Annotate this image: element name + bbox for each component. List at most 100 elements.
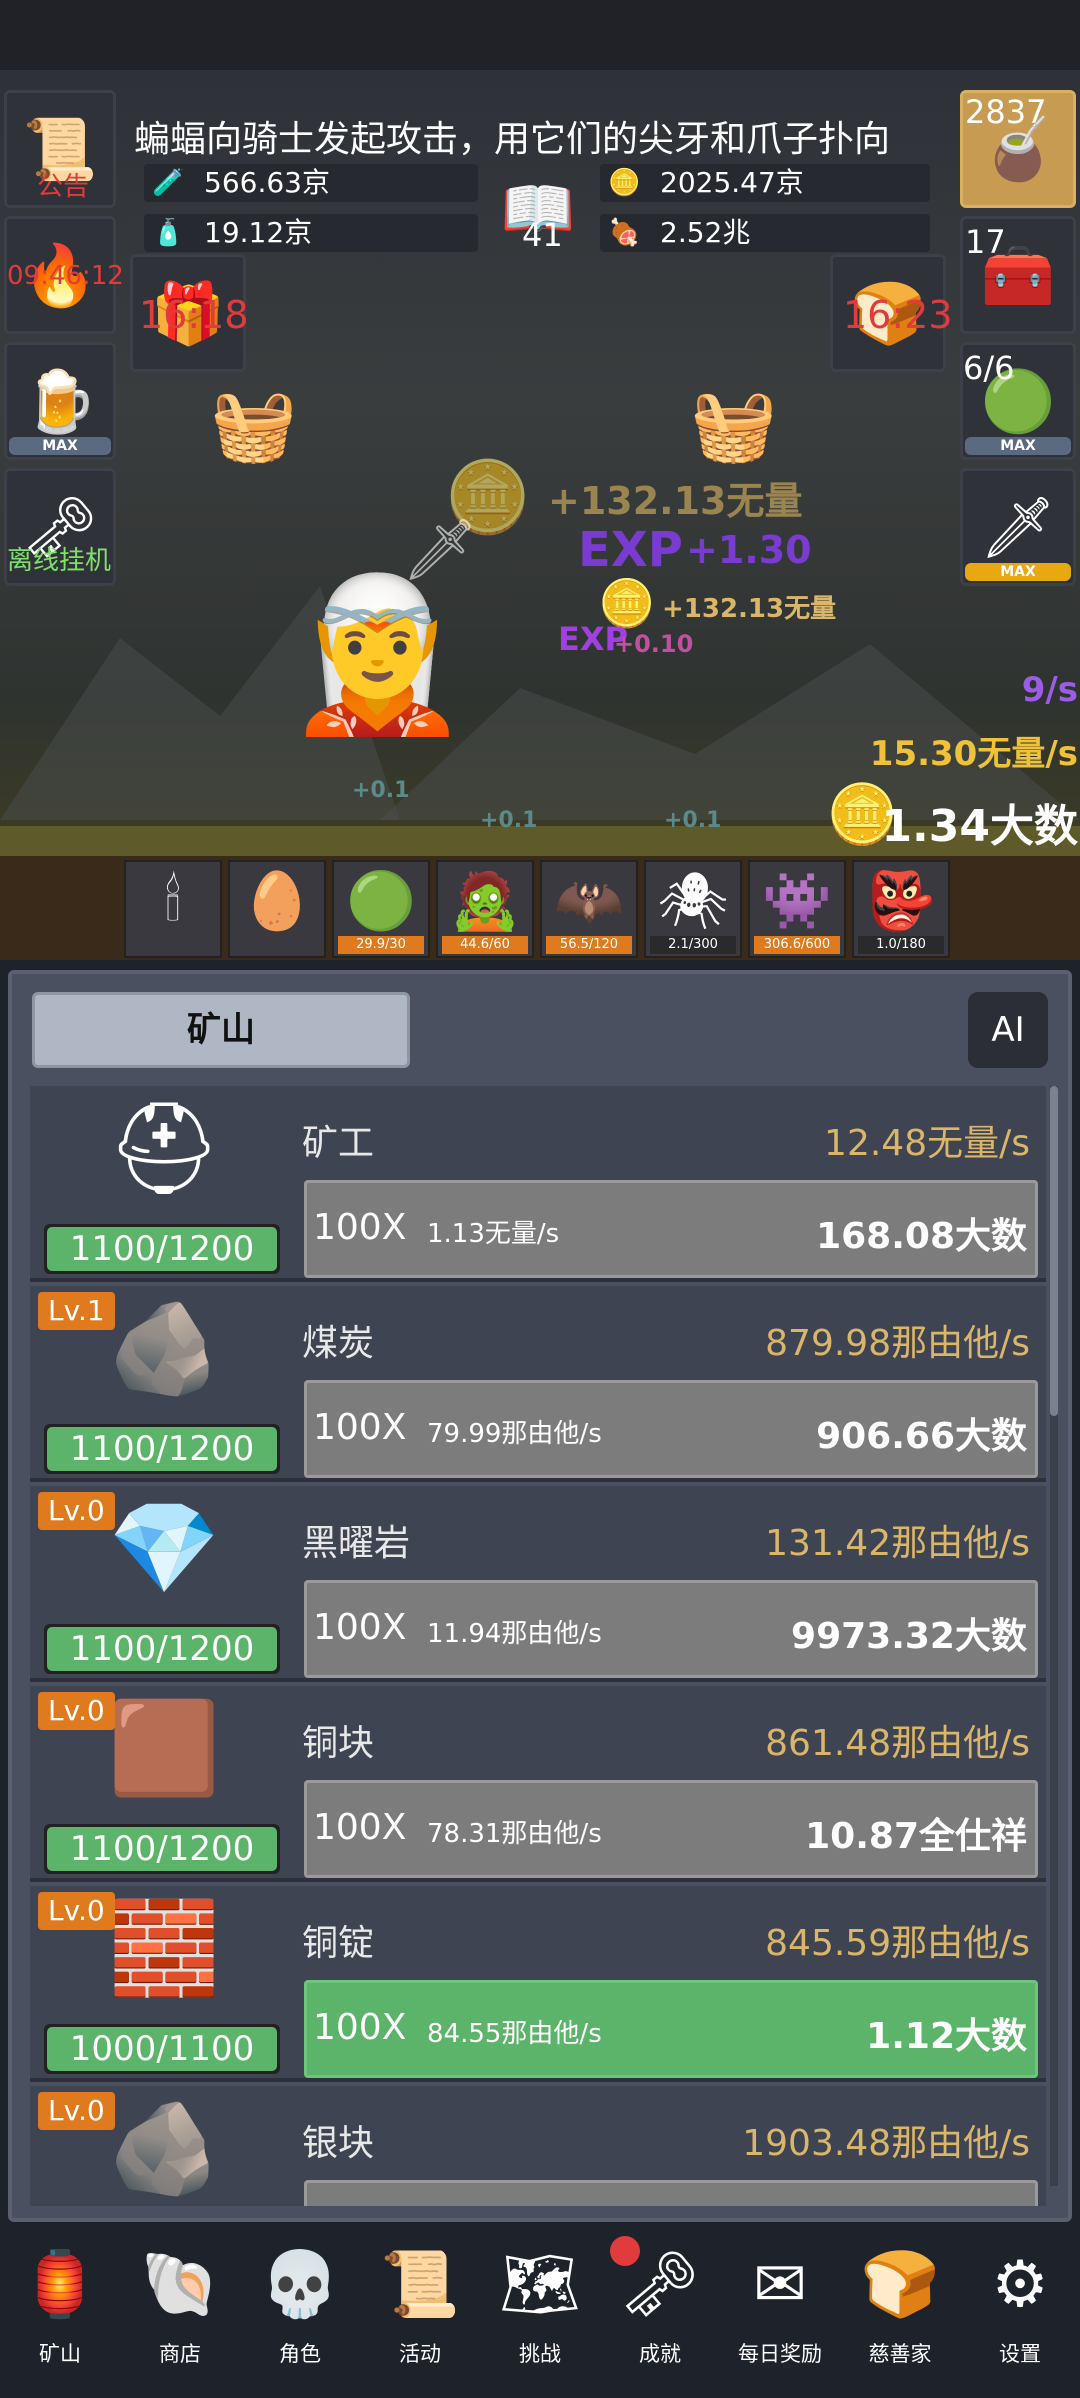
monster-slot[interactable]: 👺 1.0/180 <box>852 860 950 958</box>
mine-list[interactable]: ⛑ 1100/1200 矿工 12.48无量/s 100X 1.13无量/s 168.08大… <box>30 1086 1046 2206</box>
book-button[interactable]: 📖 41 <box>488 160 588 256</box>
upgrade-button[interactable] <box>304 2180 1038 2206</box>
sword-button[interactable]: 🗡 MAX <box>960 468 1076 586</box>
capacity-text: 1000/1100 <box>47 2027 277 2071</box>
nav-label: 挑战 <box>519 2342 561 2366</box>
torch-timer: 09:46:12 <box>7 261 124 291</box>
chest-drop-icon: 🧺 <box>210 384 298 466</box>
monster-slot[interactable]: 🕷 2.1/300 <box>644 860 742 958</box>
monster-slot[interactable]: 🦇 56.5/120 <box>540 860 638 958</box>
coin-stack-icon: 🪙 <box>608 168 641 198</box>
blue-potion-value: 566.63京 <box>204 166 330 199</box>
envelope-icon: ✉ <box>753 2248 807 2322</box>
gold-float-text: +132.13无量 <box>662 594 837 624</box>
upgrade-button[interactable]: 100X 84.55那由他/s 1.12大数 <box>304 1980 1038 2078</box>
bottom-nav: 🏮 矿山 🐚 商店 💀 角色 📜 活动 🗺 挑战 🗝 成就 ✉ 每日奖励 🍞 慈善家 ⚙ 设置 <box>0 2226 1080 2398</box>
ai-button[interactable]: AI <box>968 992 1048 1068</box>
tab-mine[interactable]: 矿山 <box>32 992 410 1068</box>
resource-blue-potion: 🧪 566.63京 <box>144 164 478 202</box>
left-chest-button[interactable]: 🎁 16:18 <box>130 254 249 372</box>
capacity-bar: 1100/1200 <box>44 1224 280 1274</box>
scroll-icon: 📜 <box>380 2248 460 2322</box>
capacity-bar: 1100/1200 <box>44 1824 280 1874</box>
nav-label: 每日奖励 <box>738 2342 822 2366</box>
mountain-bg <box>380 644 1080 820</box>
max-badge: MAX <box>965 563 1071 581</box>
monster-count: 56.5/120 <box>546 936 632 954</box>
gear-icon: ⚙ <box>991 2248 1049 2322</box>
offline-button[interactable]: 🗝 离线挂机 <box>4 468 116 586</box>
battle-message: 蝙蝠向骑士发起攻击，用它们的尖牙和爪子扑向 <box>134 119 891 160</box>
nav-settings[interactable]: ⚙ 设置 <box>960 2240 1080 2390</box>
rate-increment: 11.94那由他/s <box>427 1619 602 1649</box>
nav-shop[interactable]: 🐚 商店 <box>120 2240 240 2390</box>
beer-button[interactable]: 🍺 MAX <box>4 342 116 460</box>
nav-events[interactable]: 📜 活动 <box>360 2240 480 2390</box>
chest-drop-icon: 🧺 <box>690 384 778 466</box>
monster-slot[interactable]: 🥚 <box>228 860 326 958</box>
mine-rate: 845.59那由他/s <box>765 1923 1030 1964</box>
gold-float-text: +132.13无量 <box>548 479 803 523</box>
right-chest-button[interactable]: 🍞 16:23 <box>830 254 953 372</box>
scroll-thumb[interactable] <box>1050 1086 1058 1416</box>
monster-slot[interactable]: 🧟 44.6/60 <box>436 860 534 958</box>
monster-slot[interactable]: 🟢 29.9/30 <box>332 860 430 958</box>
resource-green-potion: 🧴 19.12京 <box>144 214 478 252</box>
rate-increment: 1.13无量/s <box>427 1219 560 1249</box>
nav-character[interactable]: 💀 角色 <box>240 2240 360 2390</box>
nav-philanthropist[interactable]: 🍞 慈善家 <box>840 2240 960 2390</box>
slime-count: 6/6 <box>963 349 1015 387</box>
nav-mine[interactable]: 🏮 矿山 <box>0 2240 120 2390</box>
monster-slot[interactable]: 🕯 <box>124 860 222 958</box>
nav-daily-reward[interactable]: ✉ 每日奖励 <box>720 2240 840 2390</box>
upgrade-cost: 1.12大数 <box>866 2016 1027 2057</box>
slime-button[interactable]: 🟢 6/6 MAX <box>960 342 1076 460</box>
green-potion-icon: 🧴 <box>152 218 185 248</box>
torch-button[interactable]: 🔥 09:46:12 <box>4 216 124 334</box>
spider-icon: 🕷 <box>657 869 729 934</box>
blue-potion-icon: 🧪 <box>152 168 185 198</box>
upgrade-button[interactable]: 100X 78.31那由他/s 10.87全仕祥 <box>304 1780 1038 1878</box>
buy-multiplier: 100X <box>313 1807 407 1848</box>
capacity-text: 1100/1200 <box>47 1827 277 1871</box>
rate-increment: 78.31那由他/s <box>427 1819 602 1849</box>
rate-increment: 79.99那由他/s <box>427 1419 602 1449</box>
exp-float-text: +0.1 <box>352 778 410 803</box>
chest-button[interactable]: 🧰 17 <box>960 216 1076 334</box>
mine-row: 🧱 Lv.0 1000/1100 铜锭 845.59那由他/s 100X 84.55那由他/… <box>30 1886 1046 2082</box>
bread-icon: 🍞 <box>860 2248 940 2322</box>
scrollbar[interactable] <box>1050 1086 1058 2186</box>
nav-label: 商店 <box>159 2342 201 2366</box>
exp-float-text: +0.10 <box>614 630 694 658</box>
upgrade-cost: 9973.32大数 <box>791 1616 1027 1657</box>
mine-row: 🪨 Lv.1 1100/1200 煤炭 879.98那由他/s 100X 79.99那由他/… <box>30 1286 1046 1482</box>
meat-icon: 🍖 <box>608 218 641 248</box>
chest-count: 17 <box>965 223 1006 261</box>
upgrade-cost: 10.87全仕祥 <box>805 1816 1027 1857</box>
kills-per-second: 9/s <box>1021 670 1078 710</box>
nav-challenge[interactable]: 🗺 挑战 <box>480 2240 600 2390</box>
potion-button[interactable]: 🧉 2837 <box>960 90 1076 208</box>
resource-meat: 🍖 2.52兆 <box>600 214 930 252</box>
mine-row: 🟫 Lv.0 1100/1200 铜块 861.48那由他/s 100X 78.31那由他/… <box>30 1686 1046 1882</box>
mine-row: 🪨 Lv.0 银块 1903.48那由他/s <box>30 2086 1046 2206</box>
exp-label: EXP <box>578 522 683 578</box>
monster-slot[interactable]: 👾 306.6/600 <box>748 860 846 958</box>
mine-name: 煤炭 <box>302 1323 375 1364</box>
mine-rate: 1903.48那由他/s <box>742 2123 1030 2164</box>
upgrade-button[interactable]: 100X 1.13无量/s 168.08大数 <box>304 1180 1038 1278</box>
upgrade-button[interactable]: 100X 11.94那由他/s 9973.32大数 <box>304 1580 1038 1678</box>
sword-icon: 🗡 <box>979 492 1057 563</box>
level-badge: Lv.0 <box>38 1892 115 1930</box>
meat-value: 2.52兆 <box>660 216 751 249</box>
capacity-bar: 1100/1200 <box>44 1424 280 1474</box>
upgrade-button[interactable]: 100X 79.99那由他/s 906.66大数 <box>304 1380 1038 1478</box>
beer-icon: 🍺 <box>22 366 98 437</box>
coin-stack-value: 2025.47京 <box>660 166 804 199</box>
skull-icon: 💀 <box>260 2248 340 2322</box>
mine-name: 铜块 <box>302 1723 375 1764</box>
notice-button[interactable]: 📜 公告 <box>4 90 116 208</box>
offline-label: 离线挂机 <box>7 546 112 576</box>
max-badge: MAX <box>9 437 111 455</box>
gold-total: 1.34大数 <box>881 801 1078 852</box>
